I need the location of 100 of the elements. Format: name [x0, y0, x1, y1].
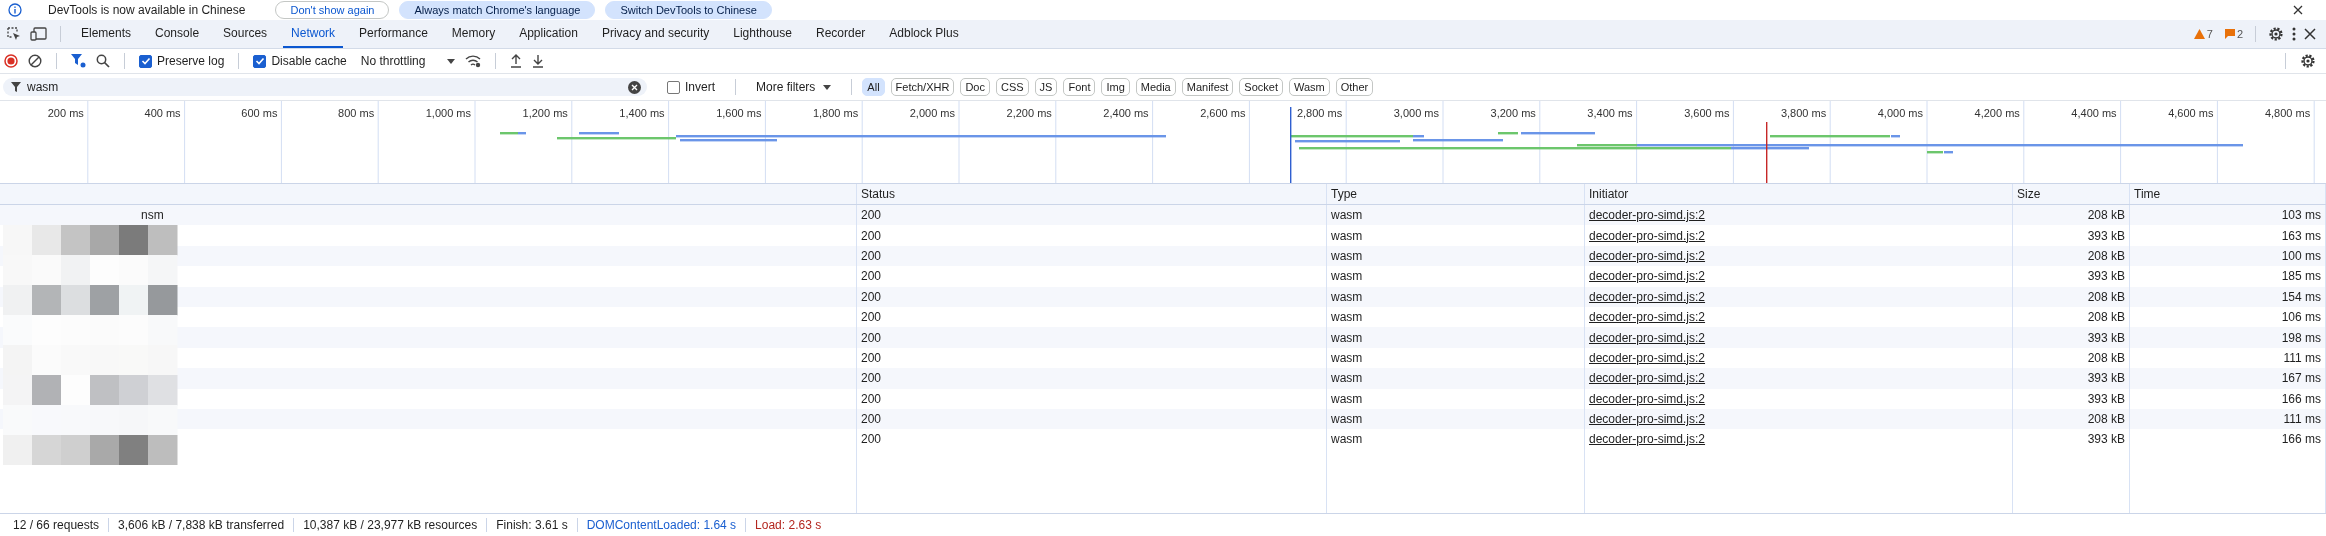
- throttling-dropdown[interactable]: No throttling: [360, 54, 456, 68]
- column-header[interactable]: Type: [1327, 184, 1585, 204]
- disable-cache-checkbox[interactable]: Disable cache: [253, 54, 347, 68]
- table-cell: wasm: [1331, 269, 1363, 284]
- initiator-link[interactable]: decoder-pro-simd.js:2: [1589, 228, 1706, 243]
- panel-tab[interactable]: Console: [147, 20, 208, 48]
- preserve-log-checkbox[interactable]: Preserve log: [139, 54, 225, 68]
- column-header[interactable]: Time: [2130, 184, 2326, 204]
- tick-label: 800 ms: [338, 107, 375, 119]
- initiator-link[interactable]: decoder-pro-simd.js:2: [1589, 269, 1706, 284]
- panel-tab[interactable]: Adblock Plus: [881, 20, 967, 48]
- infobar-button[interactable]: Always match Chrome's language: [399, 1, 596, 19]
- tick-label: 600 ms: [241, 107, 278, 119]
- table-cell: 103 ms: [2281, 208, 2321, 223]
- panel-tab[interactable]: Lighthouse: [725, 20, 800, 48]
- table-cell: 208 kB: [2087, 412, 2125, 427]
- type-filter-button[interactable]: All: [862, 78, 885, 96]
- initiator-link[interactable]: decoder-pro-simd.js:2: [1589, 248, 1706, 263]
- initiator-link[interactable]: decoder-pro-simd.js:2: [1589, 310, 1706, 325]
- inspect-icon[interactable]: [6, 26, 22, 42]
- upload-icon[interactable]: [510, 54, 523, 68]
- checkmark-icon: [254, 56, 265, 66]
- table-cell: wasm: [1331, 208, 1363, 223]
- type-filter-button[interactable]: JS: [1034, 78, 1058, 96]
- table-cell: wasm: [1331, 310, 1363, 325]
- tick-label: 1,600 ms: [716, 107, 762, 119]
- table-cell: 208 kB: [2087, 248, 2125, 263]
- close-icon[interactable]: [2292, 4, 2304, 16]
- table-cell: wasm: [1331, 412, 1363, 427]
- type-filter-button[interactable]: Media: [1135, 78, 1176, 96]
- column-header[interactable]: Initiator: [1585, 184, 2013, 204]
- type-filter-button[interactable]: Font: [1063, 78, 1096, 96]
- type-filter-button[interactable]: Manifest: [1181, 78, 1234, 96]
- settings-icon[interactable]: [2300, 53, 2316, 69]
- table-cell: 200: [861, 248, 882, 263]
- tick-label: 3,600 ms: [1684, 107, 1730, 119]
- type-filter-button[interactable]: Doc: [960, 78, 990, 96]
- table-cell: 200: [861, 330, 882, 345]
- table-cell: 208 kB: [2087, 208, 2125, 223]
- type-filter-button[interactable]: Socket: [1239, 78, 1283, 96]
- tick-label: 1,800 ms: [812, 107, 859, 119]
- clear-icon[interactable]: [28, 54, 42, 68]
- tick-label: 2,400 ms: [1103, 107, 1149, 119]
- initiator-link[interactable]: decoder-pro-simd.js:2: [1589, 330, 1706, 345]
- panel-tab[interactable]: Memory: [443, 20, 504, 48]
- invert-checkbox[interactable]: Invert: [667, 80, 715, 94]
- table-cell: 393 kB: [2087, 391, 2125, 406]
- table-cell: 198 ms: [2281, 330, 2321, 345]
- download-icon[interactable]: [532, 54, 545, 68]
- column-header[interactable]: Size: [2013, 184, 2130, 204]
- initiator-link[interactable]: decoder-pro-simd.js:2: [1589, 432, 1706, 447]
- filter-icon: [11, 82, 21, 92]
- close-icon[interactable]: [2304, 28, 2316, 40]
- initiator-link[interactable]: decoder-pro-simd.js:2: [1589, 350, 1706, 365]
- column-header[interactable]: Status: [857, 184, 1327, 204]
- panel-tab[interactable]: Privacy and security: [593, 20, 718, 48]
- table-cell: 393 kB: [2087, 432, 2125, 447]
- table-cell: 167 ms: [2281, 371, 2321, 386]
- settings-icon[interactable]: [2268, 26, 2284, 42]
- table-cell: 200: [861, 208, 882, 223]
- stop-recording-icon[interactable]: [4, 54, 18, 68]
- type-filter-button[interactable]: CSS: [995, 78, 1029, 96]
- type-filter-button[interactable]: Fetch/XHR: [890, 78, 955, 96]
- table-cell: 208 kB: [2087, 289, 2125, 304]
- table-cell: 200: [861, 310, 882, 325]
- table-cell: 200: [861, 269, 882, 284]
- table-cell: wasm: [1331, 289, 1363, 304]
- panel-tab[interactable]: Recorder: [807, 20, 874, 48]
- table-cell: 166 ms: [2281, 391, 2321, 406]
- filter-field[interactable]: wasm: [3, 78, 647, 96]
- type-filter-button[interactable]: Other: [1335, 78, 1374, 96]
- more-options-icon[interactable]: [2292, 27, 2296, 41]
- filter-icon[interactable]: [71, 54, 86, 68]
- initiator-link[interactable]: decoder-pro-simd.js:2: [1589, 412, 1706, 427]
- more-filters-dropdown[interactable]: More filters: [756, 80, 832, 94]
- panel-tab[interactable]: Elements: [73, 20, 140, 48]
- search-icon[interactable]: [96, 54, 110, 68]
- initiator-link[interactable]: decoder-pro-simd.js:2: [1589, 371, 1706, 386]
- panel-tab[interactable]: Application: [511, 20, 586, 48]
- clear-field-icon[interactable]: [628, 80, 641, 94]
- table-cell: 100 ms: [2281, 248, 2321, 263]
- tick-label: 200 ms: [47, 107, 84, 119]
- initiator-link[interactable]: decoder-pro-simd.js:2: [1589, 208, 1706, 223]
- status-text: 12 / 66 requests: [4, 518, 110, 532]
- panel-tab[interactable]: Sources: [215, 20, 276, 48]
- info-icon: [8, 3, 22, 17]
- infobar-button[interactable]: Switch DevTools to Chinese: [605, 1, 772, 19]
- tick-label: 4,200 ms: [1974, 107, 2020, 119]
- initiator-link[interactable]: decoder-pro-simd.js:2: [1589, 289, 1706, 304]
- tick-label: 3,400 ms: [1587, 107, 1633, 119]
- status-text: 10,387 kB / 23,977 kB resources: [294, 518, 488, 532]
- table-cell: 111 ms: [2283, 412, 2321, 427]
- device-toolbar-icon[interactable]: [30, 26, 48, 42]
- type-filter-button[interactable]: Wasm: [1288, 78, 1330, 96]
- wifi-settings-icon[interactable]: [465, 54, 482, 68]
- panel-tab[interactable]: Network: [283, 20, 344, 48]
- type-filter-button[interactable]: Img: [1101, 78, 1130, 96]
- initiator-link[interactable]: decoder-pro-simd.js:2: [1589, 391, 1706, 406]
- panel-tab[interactable]: Performance: [351, 20, 436, 48]
- infobar-button[interactable]: Don't show again: [275, 1, 390, 19]
